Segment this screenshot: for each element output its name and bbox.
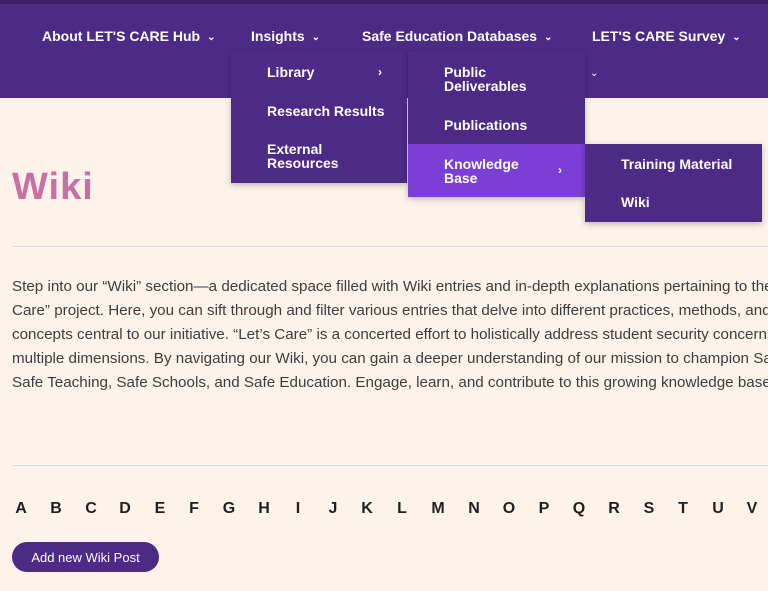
letter-filter-b[interactable]: B — [45, 500, 67, 518]
letter-filter-h[interactable]: H — [253, 500, 275, 518]
nav-lets-care-survey[interactable]: LET'S CARE Survey ⌄ — [592, 28, 741, 44]
letter-filter-r[interactable]: R — [603, 500, 625, 518]
letter-filter-e[interactable]: E — [149, 500, 171, 518]
alphabet-filter: A B C D E F G H I J K L M N O P Q R S T … — [0, 500, 768, 522]
menu-item-public-deliverables[interactable]: Public Deliverables — [408, 65, 538, 93]
nav-safe-education-databases[interactable]: Safe Education Databases ⌄ — [362, 28, 552, 44]
letter-filter-m[interactable]: M — [427, 500, 449, 518]
letter-filter-p[interactable]: P — [533, 500, 555, 518]
letter-filter-d[interactable]: D — [114, 500, 136, 518]
add-wiki-post-button[interactable]: Add new Wiki Post — [12, 542, 159, 572]
letter-filter-f[interactable]: F — [183, 500, 205, 518]
intro-paragraph: Step into our “Wiki” section—a dedicated… — [12, 278, 768, 391]
chevron-down-icon: ⌄ — [207, 32, 216, 43]
chevron-down-icon: ⌄ — [544, 32, 553, 43]
letter-filter-a[interactable]: A — [10, 500, 32, 518]
letter-filter-c[interactable]: C — [80, 500, 102, 518]
divider — [12, 246, 768, 247]
menu-item-library[interactable]: Library › — [231, 65, 407, 79]
letter-filter-u[interactable]: U — [707, 500, 729, 518]
menu-item-knowledge-base[interactable]: Knowledge Base › — [408, 144, 585, 197]
letter-filter-v[interactable]: V — [741, 500, 763, 518]
chevron-right-icon: › — [558, 163, 562, 177]
page-title: Wiki — [12, 166, 94, 208]
nav-insights[interactable]: Insights ⌄ — [251, 28, 320, 44]
letter-filter-t[interactable]: T — [672, 500, 694, 518]
letter-filter-s[interactable]: S — [638, 500, 660, 518]
menu-item-training-material[interactable]: Training Material — [585, 157, 762, 171]
chevron-down-icon: ⌄ — [311, 32, 321, 43]
menu-item-publications[interactable]: Publications — [408, 118, 585, 132]
menu-item-research-results[interactable]: Research Results — [231, 104, 407, 118]
chevron-down-icon[interactable]: ⌄ — [590, 68, 598, 79]
letter-filter-j[interactable]: J — [322, 500, 344, 518]
letter-filter-o[interactable]: O — [498, 500, 520, 518]
knowledge-base-submenu: Training Material Wiki — [585, 144, 762, 222]
menu-item-wiki[interactable]: Wiki — [585, 195, 762, 209]
letter-filter-i[interactable]: I — [287, 500, 309, 518]
chevron-right-icon: › — [378, 65, 382, 79]
chevron-down-icon: ⌄ — [732, 32, 741, 43]
nav-about-hub[interactable]: About LET'S CARE Hub ⌄ — [42, 28, 215, 44]
letter-filter-l[interactable]: L — [391, 500, 413, 518]
menu-item-external-resources[interactable]: External Resources — [231, 142, 351, 170]
letter-filter-q[interactable]: Q — [568, 500, 590, 518]
letter-filter-n[interactable]: N — [463, 500, 485, 518]
letter-filter-g[interactable]: G — [218, 500, 240, 518]
letter-filter-k[interactable]: K — [356, 500, 378, 518]
insights-dropdown: Library › Research Results External Reso… — [231, 52, 407, 183]
divider — [12, 465, 768, 466]
databases-dropdown: Public Deliverables Publications Knowled… — [408, 52, 585, 197]
